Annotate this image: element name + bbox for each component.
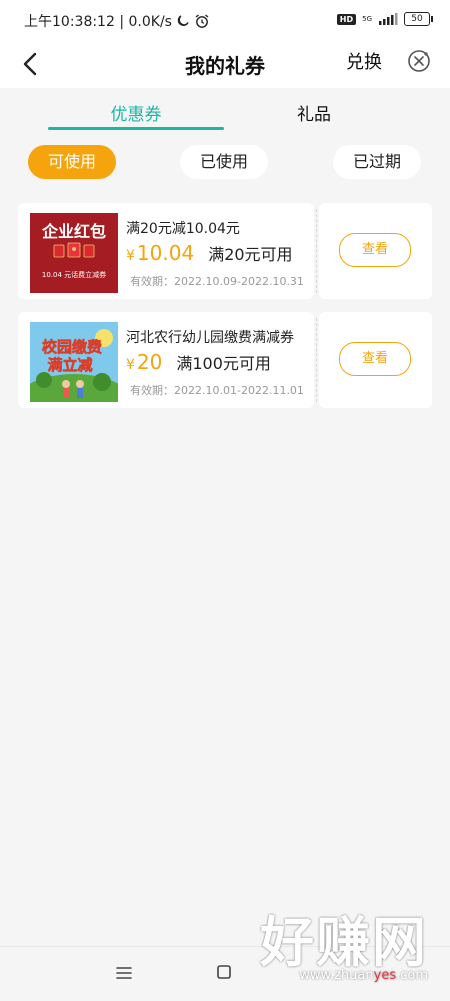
image-line1: 校园缴费 bbox=[42, 338, 102, 356]
network-type: 5G bbox=[362, 15, 372, 23]
watermark-url-highlight: yes bbox=[373, 968, 397, 983]
tab-bar: 优惠券 礼品 bbox=[0, 88, 450, 136]
close-icon[interactable] bbox=[406, 48, 432, 74]
active-tab-indicator bbox=[48, 127, 224, 130]
coupon-amount-row: ¥ 20 满100元可用 bbox=[126, 350, 271, 374]
coupon-body: 校园缴费 满立减 河北农行幼儿园缴费满减券 ¥ 20 满100元可用 有效期：2… bbox=[18, 312, 314, 408]
coupon-title: 满20元减10.04元 bbox=[126, 221, 240, 237]
coupon-action-area: 查看 bbox=[319, 312, 432, 408]
coupon-card[interactable]: 校园缴费 满立减 河北农行幼儿园缴费满减券 ¥ 20 满100元可用 有效期：2… bbox=[18, 312, 432, 408]
coupon-card[interactable]: 企业红包 10.04 元话费立减券 满20元减10.04元 ¥ 10.04 满2… bbox=[18, 203, 432, 299]
battery-indicator: 50 bbox=[404, 12, 433, 26]
alarm-icon bbox=[195, 14, 209, 28]
coupon-amount-row: ¥ 10.04 满20元可用 bbox=[126, 241, 293, 265]
coupon-divider bbox=[316, 318, 317, 402]
watermark-url-suffix: .com bbox=[396, 968, 428, 983]
currency-symbol: ¥ bbox=[126, 357, 135, 373]
watermark: 好赚网 www.zhuanyes.com bbox=[238, 898, 428, 986]
filter-expired[interactable]: 已过期 bbox=[333, 145, 421, 179]
coupon-condition: 满100元可用 bbox=[176, 354, 271, 373]
home-square-icon[interactable] bbox=[217, 965, 231, 979]
tab-gifts[interactable]: 礼品 bbox=[226, 100, 402, 125]
moon-icon bbox=[177, 15, 189, 27]
coupon-condition: 满20元可用 bbox=[208, 245, 293, 264]
status-right: HD 5G 50 bbox=[336, 12, 433, 26]
status-time-speed: 上午10:38:12 | 0.0K/s bbox=[24, 14, 172, 30]
coupon-validity: 有效期：2022.10.09-2022.10.31 bbox=[130, 275, 304, 288]
image-heading: 企业红包 bbox=[41, 222, 106, 241]
image-caption: 10.04 元话费立减券 bbox=[42, 270, 106, 279]
campus-payment-image: 校园缴费 满立减 bbox=[30, 322, 118, 402]
coupon-amount: 20 bbox=[136, 350, 163, 374]
view-button[interactable]: 查看 bbox=[339, 233, 411, 267]
filter-usable[interactable]: 可使用 bbox=[28, 145, 116, 179]
view-button[interactable]: 查看 bbox=[339, 342, 411, 376]
tab-coupons[interactable]: 优惠券 bbox=[48, 100, 224, 125]
header: 我的礼券 兑换 bbox=[0, 40, 450, 88]
coupon-title: 河北农行幼儿园缴费满减券 bbox=[126, 330, 294, 346]
filter-used[interactable]: 已使用 bbox=[180, 145, 268, 179]
watermark-url: www.zhuanyes.com bbox=[299, 968, 428, 983]
coupon-validity: 有效期：2022.10.01-2022.11.01 bbox=[130, 384, 304, 397]
currency-symbol: ¥ bbox=[126, 248, 135, 264]
red-envelope-image: 企业红包 10.04 元话费立减券 bbox=[30, 213, 118, 293]
status-filters: 可使用 已使用 已过期 bbox=[0, 140, 450, 186]
coupon-divider bbox=[316, 209, 317, 293]
page-title: 我的礼券 bbox=[185, 54, 265, 78]
coupon-body: 企业红包 10.04 元话费立减券 满20元减10.04元 ¥ 10.04 满2… bbox=[18, 203, 314, 299]
coupon-amount: 10.04 bbox=[136, 241, 195, 265]
watermark-url-prefix: www.zhuan bbox=[299, 968, 374, 983]
exchange-button[interactable]: 兑换 bbox=[346, 48, 382, 74]
status-bar: 上午10:38:12 | 0.0K/s HD 5G 50 bbox=[0, 0, 450, 40]
signal-icon bbox=[379, 13, 398, 25]
image-line2: 满立减 bbox=[47, 356, 92, 374]
watermark-brand: 好赚网 bbox=[260, 911, 428, 974]
status-left: 上午10:38:12 | 0.0K/s bbox=[24, 11, 210, 31]
menu-icon[interactable] bbox=[114, 963, 134, 983]
hd-badge: HD bbox=[336, 13, 357, 25]
coupon-action-area: 查看 bbox=[319, 203, 432, 299]
